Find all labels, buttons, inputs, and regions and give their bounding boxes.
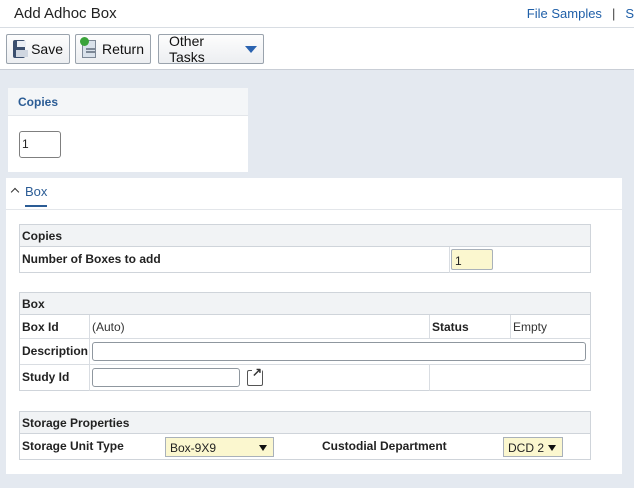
number-of-boxes-input[interactable]: 1 (451, 249, 493, 270)
description-label: Description (20, 339, 90, 364)
top-bar: Add Adhoc Box File Samples | S (0, 0, 634, 28)
return-button-label: Return (101, 41, 144, 57)
box-id-label: Box Id (20, 315, 90, 338)
caret-down-icon (245, 45, 257, 53)
box-tab-bar: Box (6, 178, 622, 210)
other-tasks-label: Other Tasks (169, 33, 205, 65)
study-id-row: Study Id (20, 365, 590, 391)
save-button[interactable]: Save (6, 34, 70, 64)
truncated-link[interactable]: S (625, 6, 634, 21)
caret-down-icon (259, 445, 267, 451)
caret-down-icon (548, 445, 556, 451)
number-of-boxes-label: Number of Boxes to add (20, 247, 450, 273)
box-panel: Box Copies Number of Boxes to add 1 Box … (6, 178, 622, 474)
number-of-boxes-row: Number of Boxes to add 1 (20, 247, 590, 273)
custodial-department-label: Custodial Department (322, 439, 447, 453)
box-id-value: (Auto) (90, 315, 430, 338)
storage-properties-title: Storage Properties (20, 412, 590, 434)
copies-card-title: Copies (8, 88, 248, 116)
status-label: Status (430, 315, 511, 338)
copies-section-title: Copies (20, 225, 590, 247)
storage-unit-type-label: Storage Unit Type (22, 439, 124, 453)
return-icon (80, 37, 96, 58)
page-title: Add Adhoc Box (14, 5, 117, 22)
box-id-row: Box Id (Auto) Status Empty (20, 315, 590, 339)
copies-card: Copies 1 (8, 88, 248, 172)
copies-input[interactable]: 1 (19, 131, 61, 158)
toolbar: Save Return Other Tasks (0, 28, 634, 70)
storage-unit-type-value: Box-9X9 (170, 441, 217, 455)
return-button[interactable]: Return (75, 34, 151, 64)
link-separator: | (611, 6, 616, 21)
storage-properties-section: Storage Properties Storage Unit Type Box… (19, 411, 591, 460)
file-samples-link[interactable]: File Samples (527, 6, 602, 21)
box-section-title: Box (20, 293, 590, 315)
other-tasks-button[interactable]: Other Tasks (158, 33, 264, 65)
copies-section: Copies Number of Boxes to add 1 (19, 224, 591, 273)
description-input[interactable] (92, 342, 586, 361)
external-link-icon[interactable] (247, 366, 263, 386)
custodial-department-value: DCD 2 (508, 441, 545, 455)
storage-row: Storage Unit Type Box-9X9 Custodial Depa… (20, 434, 590, 460)
study-id-label: Study Id (20, 365, 90, 391)
study-id-input[interactable] (92, 368, 240, 387)
save-icon (13, 40, 29, 58)
custodial-department-select[interactable]: DCD 2 (503, 437, 563, 457)
top-links: File Samples | S (527, 6, 634, 21)
box-section: Box Box Id (Auto) Status Empty Descripti… (19, 292, 591, 391)
description-row: Description (20, 339, 590, 365)
storage-unit-type-select[interactable]: Box-9X9 (165, 437, 274, 457)
status-value: Empty (513, 320, 548, 334)
save-button-label: Save (31, 41, 63, 57)
tab-box[interactable]: Box (25, 184, 48, 207)
chevron-up-icon[interactable] (10, 187, 20, 197)
